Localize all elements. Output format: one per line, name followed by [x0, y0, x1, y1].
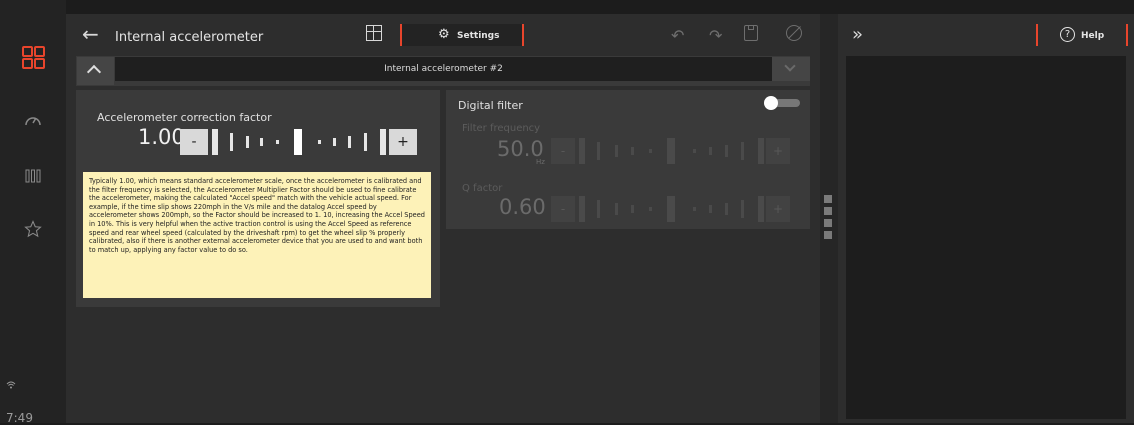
- slider-tick: [741, 142, 744, 160]
- slider-tick: [693, 207, 696, 211]
- filter-frequency-slider[interactable]: [575, 138, 766, 164]
- device-select-value: Internal accelerometer #2: [384, 64, 503, 74]
- q-factor-increment-button[interactable]: +: [766, 196, 790, 222]
- undo-icon[interactable]: ↶: [671, 26, 684, 45]
- slider-handle[interactable]: [667, 196, 675, 222]
- slider-tick: [649, 207, 652, 211]
- tab-help-label: Help: [1081, 31, 1105, 41]
- slider-tick: [333, 138, 336, 146]
- gear-icon: ⚙: [438, 27, 450, 42]
- save-icon[interactable]: [744, 25, 758, 41]
- slider-tick: [615, 203, 618, 215]
- slider-tick: [649, 149, 652, 153]
- slider-handle[interactable]: [294, 129, 302, 155]
- splitter-handle-dot: [824, 207, 832, 215]
- filter-frequency-increment-button[interactable]: +: [766, 138, 790, 164]
- splitter-handle-dot: [824, 219, 832, 227]
- q-factor-value: 0.60: [499, 195, 546, 219]
- accel-help-note: Typically 1.00, which means standard acc…: [83, 172, 431, 298]
- slider-tick: [758, 138, 764, 164]
- digital-filter-toggle[interactable]: [764, 96, 800, 110]
- slider-tick: [631, 147, 634, 155]
- slider-tick: [725, 203, 728, 215]
- slider-tick: [246, 136, 249, 148]
- accel-correction-value: 1.00: [138, 125, 185, 149]
- help-icon: ?: [1060, 27, 1075, 42]
- chevron-up-icon: [86, 64, 102, 80]
- expand-panel-icon[interactable]: »: [852, 24, 863, 45]
- slider-tick: [364, 133, 367, 151]
- splitter-handle-dot: [824, 195, 832, 203]
- slider-tick: [230, 133, 233, 151]
- slider-tick: [693, 149, 696, 153]
- filter-frequency-decrement-button[interactable]: -: [551, 138, 575, 164]
- slider-tick: [597, 142, 600, 160]
- chevron-down-icon: [784, 60, 796, 72]
- splitter-handle-dot: [824, 231, 832, 239]
- slider-tick: [741, 200, 744, 218]
- filter-frequency-label: Filter frequency: [462, 123, 541, 134]
- slider-tick: [597, 200, 600, 218]
- slider-tick: [725, 145, 728, 157]
- cancel-icon[interactable]: [786, 25, 802, 41]
- accel-correction-slider[interactable]: [208, 129, 389, 155]
- bar-columns-icon[interactable]: [0, 168, 66, 188]
- back-arrow-icon[interactable]: ←: [82, 22, 99, 46]
- nav-rail: [0, 0, 66, 423]
- wifi-icon: [6, 381, 16, 392]
- star-icon[interactable]: [0, 220, 66, 242]
- toggle-knob: [764, 96, 778, 110]
- table-view-icon[interactable]: [366, 25, 382, 41]
- q-factor-decrement-button[interactable]: -: [551, 196, 575, 222]
- slider-tick: [758, 196, 764, 222]
- accel-correction-title: Accelerometer correction factor: [97, 111, 272, 124]
- page-title: Internal accelerometer: [115, 30, 264, 45]
- slider-tick: [212, 129, 218, 155]
- slider-tick: [631, 205, 634, 213]
- help-content-area: [846, 56, 1126, 419]
- accel-decrement-button[interactable]: -: [180, 129, 208, 155]
- slider-tick: [380, 129, 386, 155]
- tab-settings-label: Settings: [457, 31, 500, 41]
- filter-frequency-unit: Hz: [536, 158, 545, 166]
- accel-increment-button[interactable]: +: [389, 129, 417, 155]
- slider-tick: [348, 136, 351, 148]
- slider-tick: [579, 138, 585, 164]
- q-factor-label: Q factor: [462, 183, 503, 194]
- slider-tick: [276, 140, 279, 144]
- slider-tick: [709, 205, 712, 213]
- slider-tick: [579, 196, 585, 222]
- slider-tick: [318, 140, 321, 144]
- slider-handle[interactable]: [667, 138, 675, 164]
- digital-filter-title: Digital filter: [458, 99, 523, 112]
- slider-tick: [709, 147, 712, 155]
- slider-tick: [615, 145, 618, 157]
- device-dropdown-button[interactable]: [772, 57, 810, 81]
- redo-icon[interactable]: ↷: [709, 26, 722, 45]
- slider-tick: [260, 138, 263, 146]
- q-factor-slider[interactable]: [575, 196, 766, 222]
- collapse-button[interactable]: [77, 57, 114, 85]
- gauge-icon[interactable]: [0, 112, 66, 131]
